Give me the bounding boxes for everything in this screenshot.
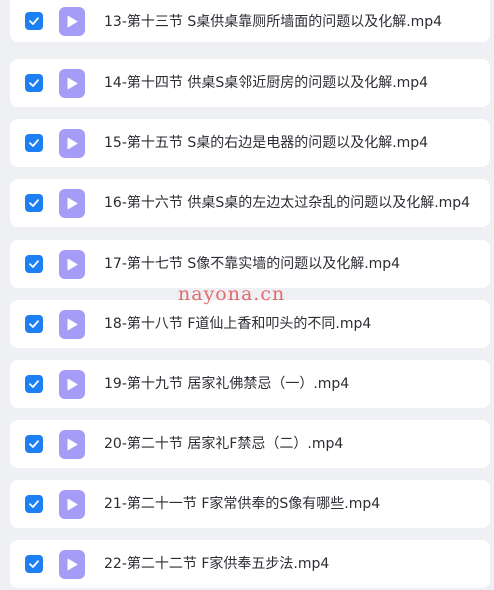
file-checkbox[interactable] xyxy=(25,134,43,152)
checkmark-icon xyxy=(29,17,39,25)
checkmark-icon xyxy=(29,260,39,268)
file-checkbox[interactable] xyxy=(25,12,43,30)
checkmark-icon xyxy=(29,139,39,147)
video-play-icon xyxy=(67,137,78,150)
video-play-icon xyxy=(67,258,78,271)
video-play-icon xyxy=(67,558,78,571)
file-name: 21-第二十一节 F家常供奉的S像有哪些.mp4 xyxy=(104,496,381,512)
file-name: 16-第十六节 供桌S桌的左边太过杂乱的问题以及化解.mp4 xyxy=(104,195,471,211)
video-file-icon xyxy=(59,189,85,218)
file-row[interactable]: 22-第二十二节 F家供奉五步法.mp4 xyxy=(10,540,490,588)
checkmark-icon xyxy=(29,320,39,328)
file-name: 15-第十五节 S桌的右边是电器的问题以及化解.mp4 xyxy=(104,135,429,151)
file-list: 13-第十三节 S桌供桌靠厕所墙面的问题以及化解.mp4 14-第十四节 供桌S… xyxy=(0,0,494,590)
video-file-icon xyxy=(59,129,85,158)
file-row[interactable]: 20-第二十节 居家礼F禁忌（二）.mp4 xyxy=(10,420,490,468)
video-file-icon xyxy=(59,7,85,36)
file-row[interactable]: 19-第十九节 居家礼佛禁忌（一）.mp4 xyxy=(10,360,490,408)
file-checkbox[interactable] xyxy=(25,555,43,573)
file-name: 14-第十四节 供桌S桌邻近厨房的问题以及化解.mp4 xyxy=(104,75,429,91)
file-name: 22-第二十二节 F家供奉五步法.mp4 xyxy=(104,556,330,572)
video-file-icon xyxy=(59,430,85,459)
file-row[interactable]: 16-第十六节 供桌S桌的左边太过杂乱的问题以及化解.mp4 xyxy=(10,179,490,227)
checkmark-icon xyxy=(29,440,39,448)
file-row[interactable]: 15-第十五节 S桌的右边是电器的问题以及化解.mp4 xyxy=(10,119,490,167)
file-row[interactable]: 13-第十三节 S桌供桌靠厕所墙面的问题以及化解.mp4 xyxy=(10,0,490,42)
file-row[interactable]: 17-第十七节 S像不靠实墙的问题以及化解.mp4 xyxy=(10,240,490,288)
video-play-icon xyxy=(67,378,78,391)
file-name: 17-第十七节 S像不靠实墙的问题以及化解.mp4 xyxy=(104,256,401,272)
checkmark-icon xyxy=(29,560,39,568)
file-checkbox[interactable] xyxy=(25,255,43,273)
file-checkbox[interactable] xyxy=(25,435,43,453)
video-play-icon xyxy=(67,318,78,331)
file-row[interactable]: 18-第十八节 F道仙上香和叩头的不同.mp4 xyxy=(10,300,490,348)
file-checkbox[interactable] xyxy=(25,495,43,513)
file-row[interactable]: 21-第二十一节 F家常供奉的S像有哪些.mp4 xyxy=(10,480,490,528)
video-play-icon xyxy=(67,197,78,210)
file-name: 13-第十三节 S桌供桌靠厕所墙面的问题以及化解.mp4 xyxy=(104,14,443,30)
file-checkbox[interactable] xyxy=(25,74,43,92)
file-checkbox[interactable] xyxy=(25,194,43,212)
video-play-icon xyxy=(67,498,78,511)
video-file-icon xyxy=(59,310,85,339)
video-file-icon xyxy=(59,250,85,279)
file-name: 20-第二十节 居家礼F禁忌（二）.mp4 xyxy=(104,436,344,452)
file-name: 18-第十八节 F道仙上香和叩头的不同.mp4 xyxy=(104,316,372,332)
video-play-icon xyxy=(67,77,78,90)
file-checkbox[interactable] xyxy=(25,315,43,333)
file-checkbox[interactable] xyxy=(25,375,43,393)
file-row[interactable]: 14-第十四节 供桌S桌邻近厨房的问题以及化解.mp4 xyxy=(10,59,490,107)
video-file-icon xyxy=(59,550,85,579)
checkmark-icon xyxy=(29,199,39,207)
video-file-icon xyxy=(59,490,85,519)
video-file-icon xyxy=(59,69,85,98)
checkmark-icon xyxy=(29,380,39,388)
video-file-icon xyxy=(59,370,85,399)
file-name: 19-第十九节 居家礼佛禁忌（一）.mp4 xyxy=(104,376,350,392)
checkmark-icon xyxy=(29,500,39,508)
video-play-icon xyxy=(67,15,78,28)
checkmark-icon xyxy=(29,79,39,87)
video-play-icon xyxy=(67,438,78,451)
